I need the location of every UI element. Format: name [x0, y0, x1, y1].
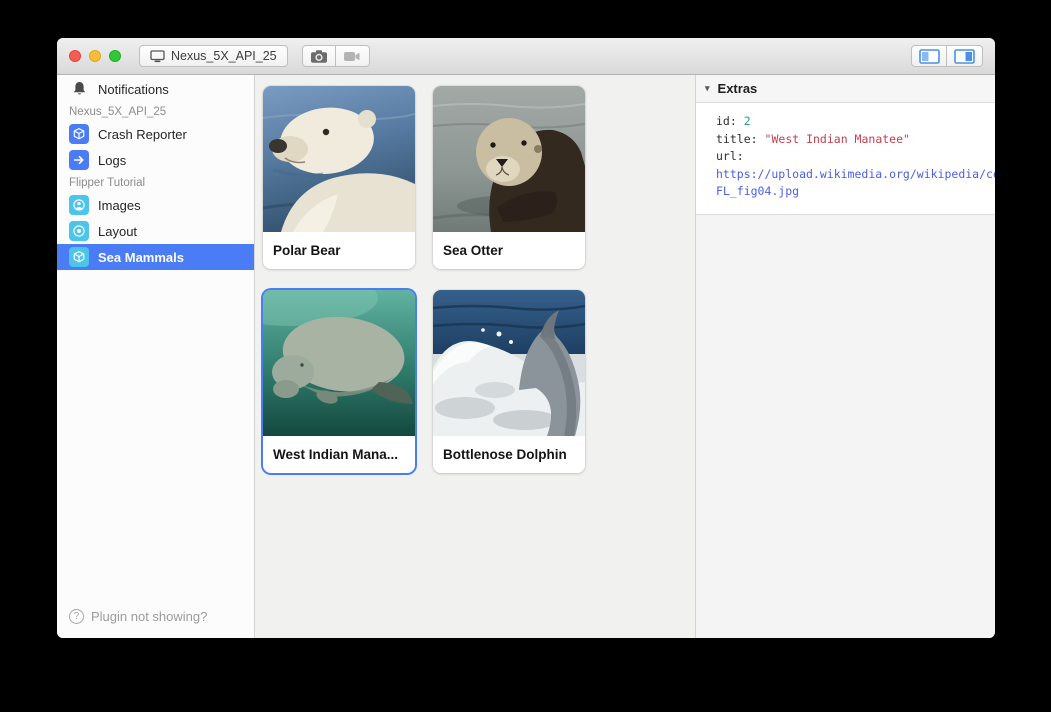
- right-panel-toggle-icon: [954, 49, 975, 64]
- plugin-sidebar: Notifications Nexus_5X_API_25 Crash Repo…: [57, 75, 255, 638]
- window-body: Notifications Nexus_5X_API_25 Crash Repo…: [57, 75, 995, 638]
- json-number-value: 2: [744, 114, 751, 128]
- toolbar: Nexus_5X_API_25: [57, 38, 995, 75]
- sidebar-item-images[interactable]: Images: [57, 192, 254, 218]
- json-link-value: https://upload.wikimedia.org/wikipedia/c…: [716, 167, 995, 181]
- extras-header[interactable]: ▾ Extras: [696, 75, 995, 103]
- camera-icon: [310, 49, 328, 64]
- sidebar-item-notifications[interactable]: Notifications: [57, 76, 254, 102]
- traffic-lights: [69, 50, 121, 62]
- sidebar-section-tutorial: Flipper Tutorial: [57, 173, 254, 192]
- manatee-image: [263, 290, 415, 436]
- main-content: Polar Bear: [255, 75, 695, 638]
- sidebar-item-logs[interactable]: Logs: [57, 147, 254, 173]
- video-camera-icon: [343, 50, 361, 63]
- logs-arrow-icon: [69, 150, 89, 170]
- bell-icon: [69, 81, 89, 97]
- disclosure-triangle-icon: ▾: [705, 83, 710, 94]
- layout-target-icon: [69, 221, 89, 241]
- json-string-value: "West Indian Manatee": [765, 132, 910, 146]
- monitor-icon: [150, 50, 165, 63]
- extras-panel: ▾ Extras id: 2 title: "West Indian Manatee…: [695, 75, 995, 638]
- dolphin-image: [433, 290, 585, 436]
- plugin-help-link[interactable]: ? Plugin not showing?: [57, 609, 254, 638]
- polar-bear-image: [263, 86, 415, 232]
- sidebar-item-layout[interactable]: Layout: [57, 218, 254, 244]
- json-link-value: FL_fig04.jpg: [716, 184, 799, 198]
- screenshot-button[interactable]: [302, 45, 336, 67]
- sidebar-section-device: Nexus_5X_API_25: [57, 102, 254, 121]
- json-row-title: title: "West Indian Manatee": [716, 131, 995, 149]
- card-bottlenose-dolphin[interactable]: Bottlenose Dolphin: [433, 290, 585, 473]
- extras-title: Extras: [718, 81, 758, 96]
- left-panel-toggle-icon: [919, 49, 940, 64]
- card-title: Polar Bear: [263, 232, 415, 269]
- zoom-button[interactable]: [109, 50, 121, 62]
- images-person-icon: [69, 195, 89, 215]
- extras-empty-area: [696, 215, 995, 639]
- card-sea-otter[interactable]: Sea Otter: [433, 86, 585, 269]
- minimize-button[interactable]: [89, 50, 101, 62]
- sidebar-item-label: Images: [98, 198, 141, 213]
- card-title: Bottlenose Dolphin: [433, 436, 585, 473]
- sea-mammals-cube-icon: [69, 247, 89, 267]
- json-row-id: id: 2: [716, 113, 995, 131]
- card-title: Sea Otter: [433, 232, 585, 269]
- card-west-indian-manatee[interactable]: West Indian Mana...: [263, 290, 415, 473]
- help-question-icon: ?: [69, 609, 84, 624]
- card-polar-bear[interactable]: Polar Bear: [263, 86, 415, 269]
- json-row-url-key: url:: [716, 148, 995, 166]
- sidebar-item-label: Layout: [98, 224, 137, 239]
- capture-controls: [302, 45, 370, 67]
- toggle-left-sidebar-button[interactable]: [911, 45, 947, 67]
- sea-otter-image: [433, 86, 585, 232]
- panel-toggles: [911, 45, 983, 67]
- crash-reporter-cube-icon: [69, 124, 89, 144]
- json-key: title:: [716, 132, 758, 146]
- sidebar-item-label: Logs: [98, 153, 126, 168]
- image-card-grid: Polar Bear: [263, 86, 585, 473]
- sidebar-item-label: Sea Mammals: [98, 250, 184, 265]
- json-key: id:: [716, 114, 737, 128]
- close-button[interactable]: [69, 50, 81, 62]
- plugin-help-label: Plugin not showing?: [91, 609, 207, 624]
- sidebar-item-crash-reporter[interactable]: Crash Reporter: [57, 121, 254, 147]
- json-row-url-value-2[interactable]: FL_fig04.jpg: [716, 183, 995, 201]
- device-selector-button[interactable]: Nexus_5X_API_25: [139, 45, 288, 67]
- sidebar-item-label: Notifications: [98, 82, 169, 97]
- json-key: url:: [716, 149, 744, 163]
- device-selector-label: Nexus_5X_API_25: [171, 49, 277, 63]
- extras-json-viewer: id: 2 title: "West Indian Manatee" url: ht…: [696, 103, 995, 215]
- app-window: Nexus_5X_API_25: [57, 38, 995, 638]
- screen-record-button[interactable]: [336, 45, 370, 67]
- card-title: West Indian Mana...: [263, 436, 415, 473]
- sidebar-item-sea-mammals[interactable]: Sea Mammals: [57, 244, 254, 270]
- json-row-url-value[interactable]: https://upload.wikimedia.org/wikipedia/c…: [716, 166, 995, 184]
- sidebar-item-label: Crash Reporter: [98, 127, 187, 142]
- toggle-right-sidebar-button[interactable]: [947, 45, 983, 67]
